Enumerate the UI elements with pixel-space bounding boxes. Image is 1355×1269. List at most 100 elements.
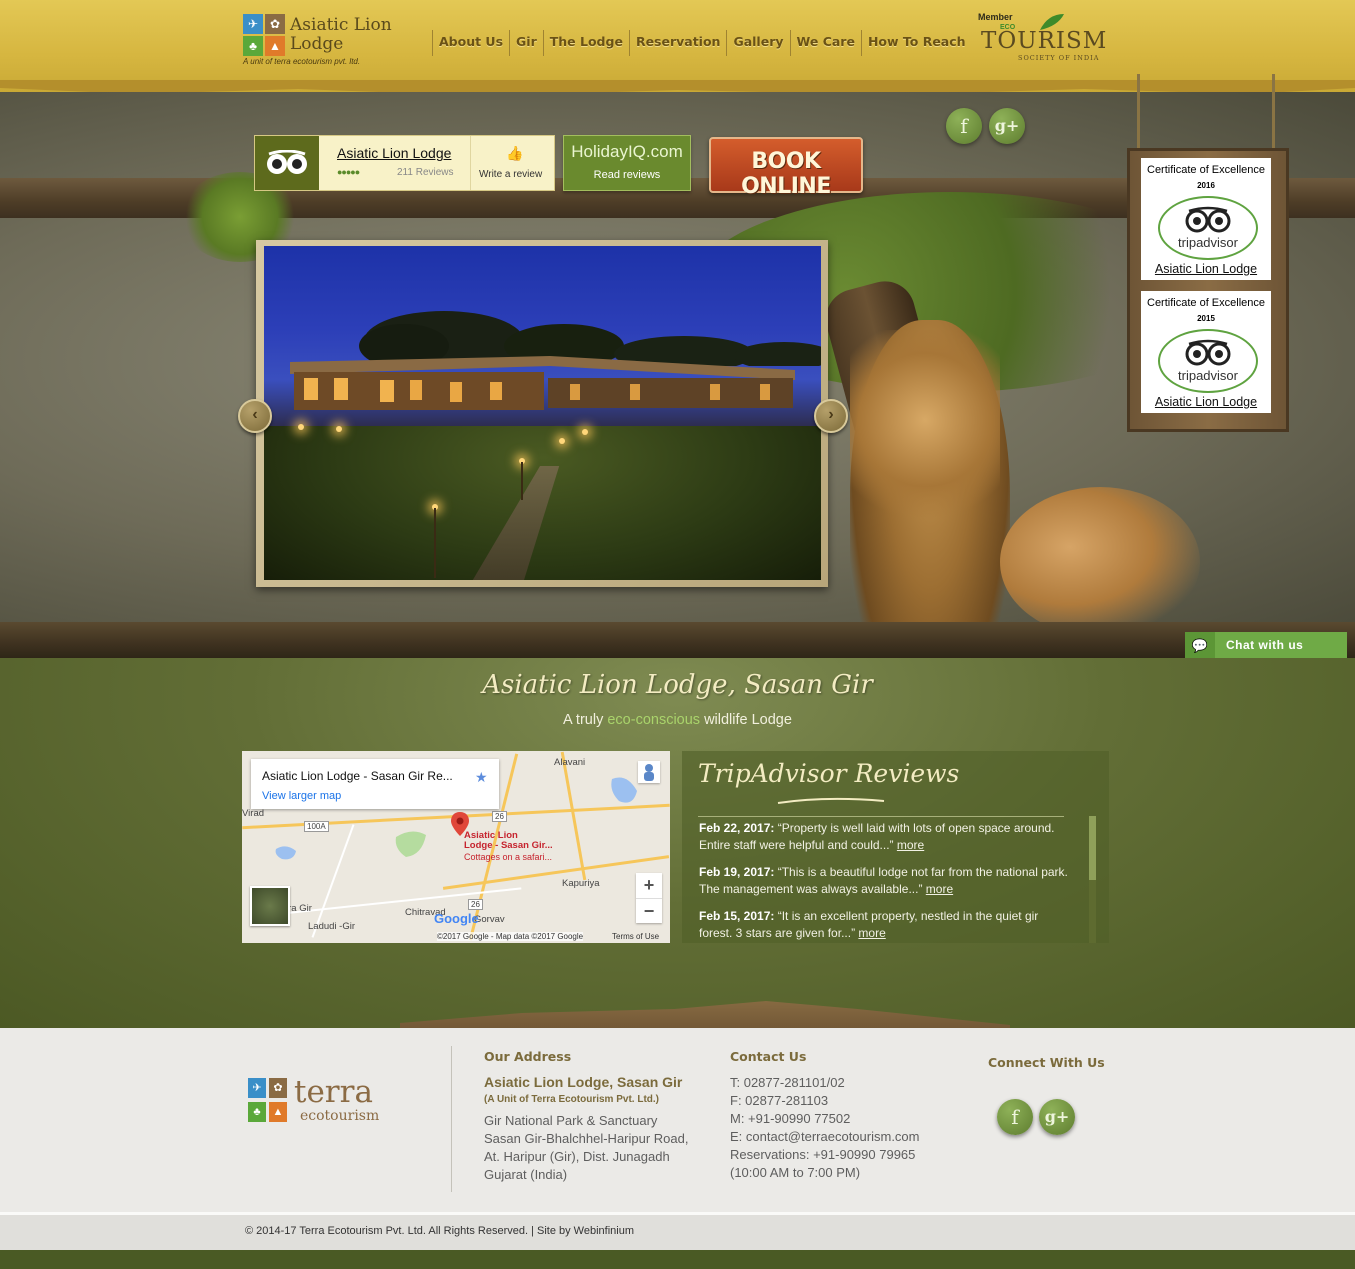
- nav-we-care[interactable]: We Care: [789, 30, 861, 56]
- tripadvisor-owl-icon: [1185, 339, 1231, 366]
- map-forest: [395, 831, 426, 857]
- map-place-label: Ladudi -Gir: [308, 921, 355, 932]
- page-title: Asiatic Lion Lodge, Sasan Gir: [482, 670, 873, 700]
- zoom-out-button[interactable]: −: [636, 898, 662, 924]
- swash-decoration: [777, 797, 885, 804]
- tripadvisor-lodge-link[interactable]: Asiatic Lion Lodge: [337, 145, 451, 161]
- review-item: Feb 22, 2017: “Property is well laid wit…: [699, 820, 1069, 854]
- ecotourism-society-badge[interactable]: Member ECO TOURISM SOCIETY OF INDIA: [978, 12, 1118, 62]
- nav-gallery[interactable]: Gallery: [726, 30, 789, 56]
- chat-bubble-icon: 💬: [1185, 632, 1215, 659]
- map-zoom-control: + −: [636, 873, 662, 923]
- page-subtitle: A truly eco-conscious wildlife Lodge: [0, 712, 1355, 728]
- road-badge: 100A: [304, 821, 329, 832]
- nav-about-us[interactable]: About Us: [432, 30, 509, 56]
- certificate-link[interactable]: Asiatic Lion Lodge: [1141, 395, 1271, 409]
- contact-email[interactable]: E: contact@terraecotourism.com: [730, 1128, 970, 1146]
- street-view-pegman-icon[interactable]: [638, 761, 660, 783]
- review-date: Feb 19, 2017:: [699, 865, 775, 879]
- certificate-2016[interactable]: Certificate of Excellence 2016 tripadvis…: [1141, 158, 1271, 280]
- book-online-label: BOOK ONLINE: [741, 149, 831, 199]
- tripadvisor-logo: tripadvisor: [1158, 329, 1258, 393]
- map-terms-link[interactable]: Terms of Use: [612, 932, 659, 941]
- tripadvisor-widget: Asiatic Lion Lodge ●●●●● 211 Reviews 👍 W…: [254, 135, 555, 191]
- write-review-button[interactable]: 👍 Write a review: [470, 136, 555, 190]
- tripadvisor-reviews-panel: TripAdvisor Reviews Feb 22, 2017: “Prope…: [682, 751, 1109, 943]
- contact-mobile[interactable]: M: +91-90990 77502: [730, 1110, 970, 1128]
- certificate-year: 2016: [1197, 181, 1215, 190]
- review-item: Feb 15, 2017: “It is an excellent proper…: [699, 908, 1069, 942]
- terra-logo-sub: ecotourism: [300, 1108, 380, 1124]
- eco-subtitle: SOCIETY OF INDIA: [1018, 54, 1100, 62]
- terra-logo-icon[interactable]: ✈ ✿ ♣ ▲: [248, 1078, 288, 1122]
- address-line: Gir National Park & Sanctuary: [484, 1113, 658, 1128]
- contact-fax: F: 02877-281103: [730, 1093, 829, 1108]
- google-plus-icon[interactable]: g+: [1039, 1099, 1075, 1135]
- review-date: Feb 15, 2017:: [699, 909, 775, 923]
- contact-hours: (10:00 AM to 7:00 PM): [730, 1165, 861, 1180]
- book-online-button[interactable]: BOOK ONLINE: [709, 137, 863, 199]
- rope-left: [1137, 74, 1140, 154]
- satellite-toggle[interactable]: [250, 886, 290, 926]
- view-larger-map-link[interactable]: View larger map: [262, 790, 341, 802]
- eco-title: TOURISM: [981, 28, 1108, 54]
- slider-prev-button[interactable]: ‹: [238, 399, 272, 433]
- chat-with-us-button[interactable]: 💬 Chat with us: [1185, 632, 1347, 659]
- tripadvisor-logo: tripadvisor: [1158, 196, 1258, 260]
- contact-phone[interactable]: T: 02877-281101/02: [730, 1074, 970, 1092]
- nav-the-lodge[interactable]: The Lodge: [542, 30, 629, 56]
- garden-lamp: [559, 438, 565, 444]
- subtitle-after: wildlife Lodge: [700, 712, 792, 728]
- hero-bottom-beam: [0, 622, 1355, 658]
- thumbs-up-icon: 👍: [506, 145, 524, 161]
- brand-logo-icon[interactable]: ✈ ✿ ♣ ▲: [243, 14, 285, 56]
- google-plus-icon[interactable]: g+: [989, 108, 1025, 144]
- google-map[interactable]: Alavani Kapuriya Chitravad Ladudi -Gir i…: [242, 751, 670, 943]
- lion-mane-image: [850, 330, 1000, 530]
- star-icon[interactable]: ★: [475, 769, 488, 786]
- tripadvisor-owl-badge[interactable]: [255, 136, 319, 190]
- tripadvisor-brand: tripadvisor: [1178, 235, 1238, 250]
- lamp-post: [434, 508, 436, 578]
- certificate-2015[interactable]: Certificate of Excellence 2015 tripadvis…: [1141, 291, 1271, 413]
- main-nav: About Us Gir The Lodge Reservation Galle…: [432, 30, 972, 56]
- map-lake: [275, 846, 296, 860]
- brand-name[interactable]: Asiatic Lion Lodge: [290, 16, 400, 54]
- tripadvisor-brand: tripadvisor: [1178, 368, 1238, 383]
- holidayiq-read-reviews: Read reviews: [593, 169, 661, 181]
- road-badge: 26: [468, 899, 483, 910]
- copyright-bar: [0, 1212, 1355, 1253]
- certificate-link[interactable]: Asiatic Lion Lodge: [1141, 262, 1271, 276]
- review-more-link[interactable]: more: [897, 838, 924, 852]
- contact-heading: Contact Us: [730, 1049, 807, 1064]
- slider-next-button[interactable]: ›: [814, 399, 848, 433]
- reviews-count[interactable]: 211 Reviews: [397, 167, 454, 178]
- holidayiq-button[interactable]: HolidayIQ.com Read reviews: [563, 135, 691, 191]
- review-more-link[interactable]: more: [926, 882, 953, 896]
- person-icon: [644, 764, 654, 781]
- certificate-title: Certificate of Excellence: [1147, 297, 1265, 309]
- connect-heading: Connect With Us: [988, 1055, 1105, 1070]
- garden-lamp: [582, 429, 588, 435]
- facebook-icon[interactable]: f: [997, 1099, 1033, 1135]
- reviews-scrollbar-thumb[interactable]: [1089, 816, 1096, 880]
- eco-member-label: Member: [978, 12, 1013, 22]
- road-badge: 26: [492, 811, 507, 822]
- nav-gir[interactable]: Gir: [509, 30, 543, 56]
- brand-name-line2: Lodge: [290, 34, 344, 54]
- map-place-label: Kapuriya: [562, 878, 600, 889]
- brand-tagline: A unit of terra ecotourism pvt. ltd.: [243, 57, 361, 66]
- address-line: At. Haripur (Gir), Dist. Junagadh: [484, 1149, 670, 1164]
- terra-logo-word: terra: [294, 1074, 373, 1110]
- bottom-green-strip: [0, 1250, 1355, 1269]
- review-more-link[interactable]: more: [858, 926, 885, 940]
- reviews-divider: [698, 816, 1064, 817]
- nav-reservation[interactable]: Reservation: [628, 30, 727, 56]
- review-date: Feb 22, 2017:: [699, 821, 775, 835]
- nav-how-to-reach[interactable]: How To Reach: [860, 30, 972, 56]
- facebook-icon[interactable]: f: [946, 108, 982, 144]
- footer-divider: [451, 1046, 452, 1192]
- map-road: [560, 751, 587, 881]
- contact-reservations[interactable]: Reservations: +91-90990 79965: [730, 1146, 970, 1164]
- zoom-in-button[interactable]: +: [636, 873, 662, 898]
